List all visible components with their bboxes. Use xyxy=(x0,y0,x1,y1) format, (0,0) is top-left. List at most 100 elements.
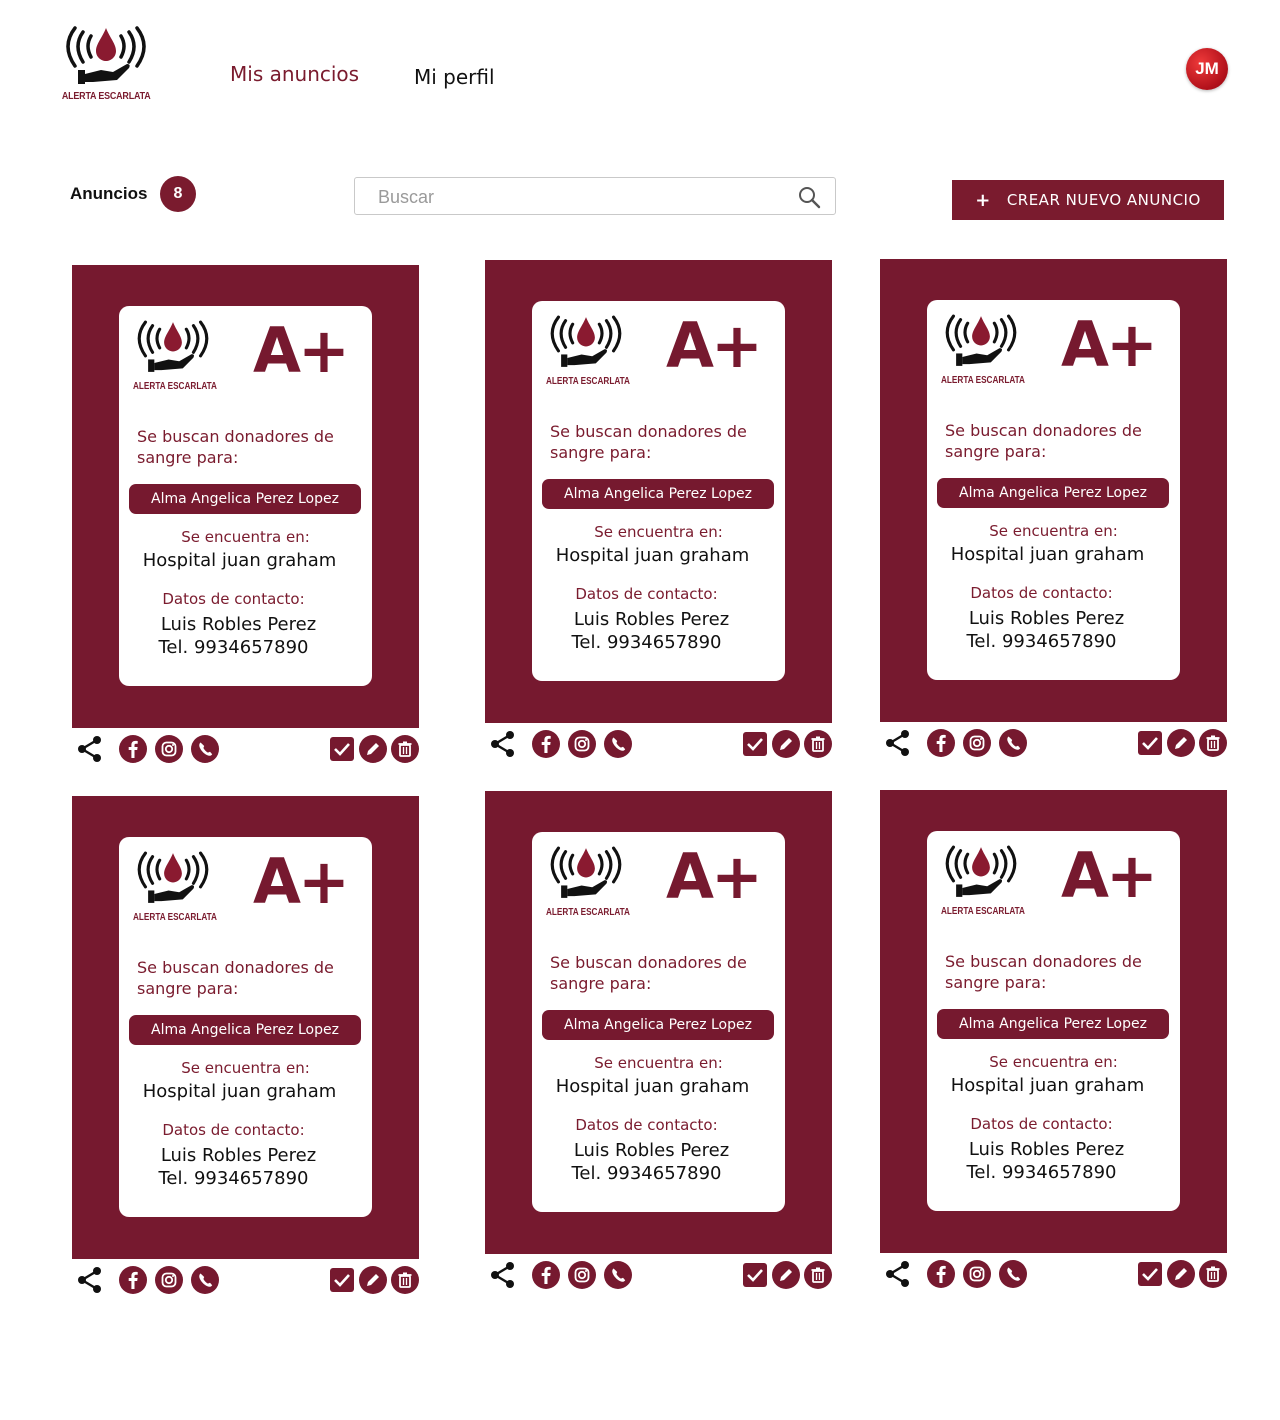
facebook-icon[interactable] xyxy=(927,1260,955,1288)
facebook-icon[interactable] xyxy=(532,1261,560,1289)
ad-logo: ALERTA ESCARLATA xyxy=(133,849,217,923)
delete-icon[interactable] xyxy=(391,1266,419,1294)
contact-name: Luis Robles Perez xyxy=(968,608,1125,629)
user-avatar[interactable]: JM xyxy=(1186,48,1228,90)
ad-actions xyxy=(880,1260,1227,1292)
app-logo[interactable]: ALERTA ESCARLATA xyxy=(60,24,152,116)
contact-name: Luis Robles Perez xyxy=(573,1140,730,1161)
location-label: Se encuentra en: xyxy=(181,1059,310,1077)
ad-card[interactable]: ALERTA ESCARLATA A+ Se buscan donadores … xyxy=(880,790,1227,1253)
blood-type: A+ xyxy=(253,314,350,387)
blood-signal-logo-icon xyxy=(66,26,146,84)
contact-label: Datos de contacto: xyxy=(575,1116,718,1134)
search-icon[interactable] xyxy=(797,185,821,209)
blood-signal-logo-icon xyxy=(945,314,1017,366)
check-icon[interactable] xyxy=(330,735,354,763)
whatsapp-icon[interactable] xyxy=(191,1266,219,1294)
contact-label: Datos de contacto: xyxy=(575,585,718,603)
check-icon[interactable] xyxy=(743,730,767,758)
ad-card-content: ALERTA ESCARLATA A+ Se buscan donadores … xyxy=(119,837,372,1217)
check-icon[interactable] xyxy=(1138,1260,1162,1288)
location-value: Hospital juan graham xyxy=(555,545,750,566)
nav-my-profile[interactable]: Mi perfil xyxy=(414,65,495,89)
location-label: Se encuentra en: xyxy=(181,528,310,546)
sought-text: Se buscan donadores de sangre para: xyxy=(550,422,747,462)
search-input[interactable] xyxy=(376,184,790,210)
share-icon[interactable] xyxy=(884,729,912,757)
create-ad-button[interactable]: + CREAR NUEVO ANUNCIO xyxy=(952,180,1224,220)
contact-name: Luis Robles Perez xyxy=(160,1145,317,1166)
instagram-icon[interactable] xyxy=(568,730,596,758)
delete-icon[interactable] xyxy=(1199,729,1227,757)
contact-phone: Tel. 9934657890 xyxy=(158,1168,309,1189)
blood-signal-logo-icon xyxy=(945,845,1017,897)
ad-logo: ALERTA ESCARLATA xyxy=(133,318,217,392)
facebook-icon[interactable] xyxy=(119,735,147,763)
blood-type: A+ xyxy=(253,845,350,918)
instagram-icon[interactable] xyxy=(963,729,991,757)
ad-logo-text: ALERTA ESCARLATA xyxy=(546,376,630,387)
whatsapp-icon[interactable] xyxy=(604,730,632,758)
share-icon[interactable] xyxy=(884,1260,912,1288)
ad-card[interactable]: ALERTA ESCARLATA A+ Se buscan donadores … xyxy=(485,260,832,723)
edit-icon[interactable] xyxy=(359,1266,387,1294)
check-icon[interactable] xyxy=(1138,729,1162,757)
delete-icon[interactable] xyxy=(1199,1260,1227,1288)
blood-signal-logo-icon xyxy=(550,315,622,367)
instagram-icon[interactable] xyxy=(568,1261,596,1289)
whatsapp-icon[interactable] xyxy=(999,1260,1027,1288)
share-icon[interactable] xyxy=(76,1266,104,1294)
check-icon[interactable] xyxy=(330,1266,354,1294)
ad-card[interactable]: ALERTA ESCARLATA A+ Se buscan donadores … xyxy=(880,259,1227,722)
sought-text: Se buscan donadores de sangre para: xyxy=(945,952,1142,992)
instagram-icon[interactable] xyxy=(155,735,183,763)
delete-icon[interactable] xyxy=(804,1261,832,1289)
edit-icon[interactable] xyxy=(772,730,800,758)
location-value: Hospital juan graham xyxy=(555,1076,750,1097)
facebook-icon[interactable] xyxy=(119,1266,147,1294)
ad-card-content: ALERTA ESCARLATA A+ Se buscan donadores … xyxy=(927,831,1180,1211)
blood-signal-logo-icon xyxy=(550,846,622,898)
edit-icon[interactable] xyxy=(772,1261,800,1289)
blood-type: A+ xyxy=(666,840,763,913)
ad-card-content: ALERTA ESCARLATA A+ Se buscan donadores … xyxy=(532,832,785,1212)
ad-card[interactable]: ALERTA ESCARLATA A+ Se buscan donadores … xyxy=(485,791,832,1254)
delete-icon[interactable] xyxy=(804,730,832,758)
plus-icon: + xyxy=(975,189,991,211)
contact-phone: Tel. 9934657890 xyxy=(966,1162,1117,1183)
delete-icon[interactable] xyxy=(391,735,419,763)
ad-actions xyxy=(880,729,1227,761)
contact-phone: Tel. 9934657890 xyxy=(571,632,722,653)
share-icon[interactable] xyxy=(489,730,517,758)
instagram-icon[interactable] xyxy=(155,1266,183,1294)
whatsapp-icon[interactable] xyxy=(604,1261,632,1289)
share-icon[interactable] xyxy=(76,735,104,763)
contact-name: Luis Robles Perez xyxy=(160,614,317,635)
sought-text: Se buscan donadores de sangre para: xyxy=(550,953,747,993)
ad-logo-text: ALERTA ESCARLATA xyxy=(133,912,217,923)
facebook-icon[interactable] xyxy=(532,730,560,758)
ad-card[interactable]: ALERTA ESCARLATA A+ Se buscan donadores … xyxy=(72,796,419,1259)
whatsapp-icon[interactable] xyxy=(999,729,1027,757)
sought-text: Se buscan donadores de sangre para: xyxy=(137,427,334,467)
ad-logo: ALERTA ESCARLATA xyxy=(546,313,630,387)
check-icon[interactable] xyxy=(743,1261,767,1289)
contact-name: Luis Robles Perez xyxy=(573,609,730,630)
facebook-icon[interactable] xyxy=(927,729,955,757)
ad-card[interactable]: ALERTA ESCARLATA A+ Se buscan donadores … xyxy=(72,265,419,728)
nav-my-ads[interactable]: Mis anuncios xyxy=(230,62,359,86)
edit-icon[interactable] xyxy=(359,735,387,763)
ad-card-content: ALERTA ESCARLATA A+ Se buscan donadores … xyxy=(119,306,372,686)
instagram-icon[interactable] xyxy=(963,1260,991,1288)
edit-icon[interactable] xyxy=(1167,1260,1195,1288)
ad-logo-text: ALERTA ESCARLATA xyxy=(133,381,217,392)
location-value: Hospital juan graham xyxy=(950,1075,1145,1096)
ad-logo-text: ALERTA ESCARLATA xyxy=(941,906,1025,917)
share-icon[interactable] xyxy=(489,1261,517,1289)
edit-icon[interactable] xyxy=(1167,729,1195,757)
blood-type: A+ xyxy=(1061,839,1158,912)
ad-actions xyxy=(485,730,832,762)
ad-actions xyxy=(72,1266,419,1298)
ads-count-badge: 8 xyxy=(160,176,196,212)
whatsapp-icon[interactable] xyxy=(191,735,219,763)
